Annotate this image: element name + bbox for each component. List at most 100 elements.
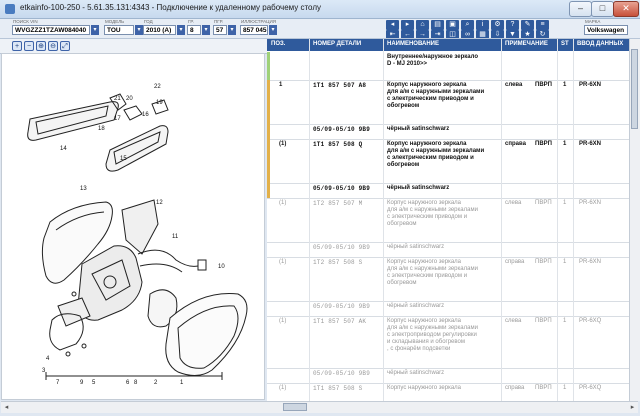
callout-label[interactable]: 6 [126,380,130,386]
callout-label[interactable]: 8 [134,380,138,386]
illustration-label: ИЛЛЮСТРАЦИЯ [241,19,277,24]
parts-illustration[interactable]: 22 21 20 19 18 17 16 14 15 13 12 11 10 3… [1,53,265,400]
callout-label[interactable]: 21 [114,96,121,102]
col-data-header[interactable]: ВВОД ДАННЫХ [577,41,623,47]
settings-icon[interactable]: ⚙ [491,20,504,30]
callout-label[interactable]: 12 [156,200,163,206]
table-row[interactable]: (1) 1T1 857 508 Q Корпус наружного зеркала… [267,139,629,184]
table-row[interactable]: (1) 1T1 857 507 AK Корпус наружного зеркал… [267,316,629,369]
callout-label[interactable]: 4 [46,356,50,362]
callout-label[interactable]: 2 [154,380,158,386]
vin-dropdown-icon[interactable]: ▾ [91,25,99,35]
table-row[interactable]: (1) 1T2 857 507 M Корпус наружного зеркала… [267,198,629,243]
callout-label[interactable]: 17 [114,116,121,122]
minimize-button[interactable]: – [569,1,592,17]
callout-label[interactable]: 14 [60,146,67,152]
zoom-area-out-button[interactable]: ⊖ [48,41,58,51]
search-icon[interactable]: ⌕ [461,20,474,30]
cell-name: чёрный satinschwarz [387,244,445,250]
cell-position: (1) [279,141,287,147]
zoom-area-in-button[interactable]: ⊕ [36,41,46,51]
forward-icon[interactable]: ▸ [401,20,414,30]
callout-label[interactable]: 20 [126,96,133,102]
info-icon[interactable]: i [476,20,489,30]
callout-label[interactable]: 18 [98,126,105,132]
callout-label[interactable]: 22 [154,84,161,90]
close-button[interactable]: ✕ [613,1,639,17]
cell-part-number[interactable]: 1T1 857 508 Q [313,141,362,148]
cell-market: ПВРП [535,385,552,391]
home-icon[interactable]: ⌂ [416,20,429,30]
year-dropdown-icon[interactable]: ▾ [177,25,185,35]
fit-to-window-button[interactable]: ⤢ [60,41,70,51]
col-pos-header[interactable]: ПОЗ. [271,41,285,47]
print-icon[interactable]: ▤ [431,20,444,30]
list-icon[interactable]: ≡ [536,20,549,30]
illustration-dropdown-icon[interactable]: ▾ [269,25,277,35]
notes-icon[interactable]: ✎ [521,20,534,30]
help-icon[interactable]: ? [506,20,519,30]
cell-part-number[interactable]: 05/09-05/10 9B9 [313,303,370,310]
cell-note: слева [505,318,522,324]
callout-label[interactable]: 1 [180,380,184,386]
table-row[interactable]: 05/09-05/10 9B9 чёрный satinschwarz [267,301,629,317]
cart-icon[interactable]: ▣ [446,20,459,30]
cell-part-number[interactable]: 1T1 857 507 AK [313,318,366,325]
model-dropdown-icon[interactable]: ▾ [135,25,143,35]
scrollbar-thumb[interactable] [283,403,307,411]
table-row[interactable]: 05/09-05/10 9B9 чёрный satinschwarz [267,242,629,258]
col-note-header[interactable]: ПРИМЕЧАНИЕ [505,41,548,47]
callout-label[interactable]: 10 [218,264,225,270]
callout-label[interactable]: 16 [142,112,149,118]
cell-data-input: PR-6XN [579,82,602,88]
illustration-select[interactable]: 857 045 [240,25,268,35]
table-row[interactable]: 05/09-05/10 9B9 чёрный satinschwarz [267,183,629,199]
scrollbar-thumb[interactable] [631,49,638,129]
table-row[interactable]: (1) 1T1 857 508 S Корпус наружного зеркала… [267,383,629,401]
callout-label[interactable]: 11 [172,234,179,240]
zoom-out-button[interactable]: − [24,41,34,51]
cell-part-number[interactable]: 05/09-05/10 9B9 [313,370,370,377]
row-highlight-marker [267,124,270,139]
cell-part-number[interactable]: 1T1 857 508 S [313,385,362,392]
table-row[interactable]: 1 1T1 857 507 A8 Корпус наружного зеркала … [267,80,629,125]
table-row[interactable]: 05/09-05/10 9B9 чёрный satinschwarz [267,124,629,140]
cell-part-number[interactable]: 05/09-05/10 9B9 [313,126,370,133]
back-icon[interactable]: ◂ [386,20,399,30]
col-part-number-header[interactable]: НОМЕР ДЕТАЛИ [313,41,361,47]
cell-position: (1) [279,318,287,324]
callout-label[interactable]: 3 [42,368,46,374]
group-select[interactable]: 8 [187,25,201,35]
col-st-header[interactable]: ST [561,41,569,47]
maximize-button[interactable]: □ [591,1,614,17]
cell-part-number[interactable]: 05/09-05/10 9B9 [313,244,370,251]
year-select[interactable]: 2010 (A) [143,25,176,35]
subgroup-dropdown-icon[interactable]: ▾ [228,25,236,35]
scroll-left-icon[interactable]: ◂ [1,402,12,413]
zoom-in-button[interactable]: + [12,41,22,51]
callout-label[interactable]: 5 [92,380,96,386]
cell-market: ПВРП [535,82,552,88]
callout-label[interactable]: 19 [156,100,163,106]
cell-part-number[interactable]: 05/09-05/10 9B9 [313,185,370,192]
col-name-header[interactable]: НАИМЕНОВАНИЕ [387,41,439,47]
callout-label[interactable]: 13 [80,186,87,192]
table-vertical-scrollbar[interactable] [629,39,640,401]
model-select[interactable]: TOU [104,25,134,35]
group-dropdown-icon[interactable]: ▾ [202,25,210,35]
table-row[interactable]: Внутреннее/наружное зеркало D - MJ 2010>… [267,52,629,81]
cell-part-number[interactable]: 1T1 857 507 A8 [313,82,366,89]
table-row[interactable]: (1) 1T2 857 508 S Корпус наружного зеркала… [267,257,629,302]
callout-label[interactable]: 15 [120,156,127,162]
callout-label[interactable]: 9 [80,380,84,386]
callout-label[interactable]: 7 [56,380,60,386]
cell-part-number[interactable]: 1T2 857 507 M [313,200,362,207]
window-titlebar: etkainfo-100-250 - 5.61.35.131:4343 - По… [0,0,640,19]
subgroup-select[interactable]: 57 [213,25,227,35]
brand-select[interactable]: Volkswagen [584,25,628,35]
cell-part-number[interactable]: 1T2 857 508 S [313,259,362,266]
horizontal-scrollbar[interactable]: ◂ ▸ [1,401,638,413]
table-row[interactable]: 05/09-05/10 9B9 чёрный satinschwarz [267,368,629,384]
scroll-right-icon[interactable]: ▸ [627,402,638,413]
vin-input[interactable]: WVGZZZ1TZAW084040 [12,25,90,35]
